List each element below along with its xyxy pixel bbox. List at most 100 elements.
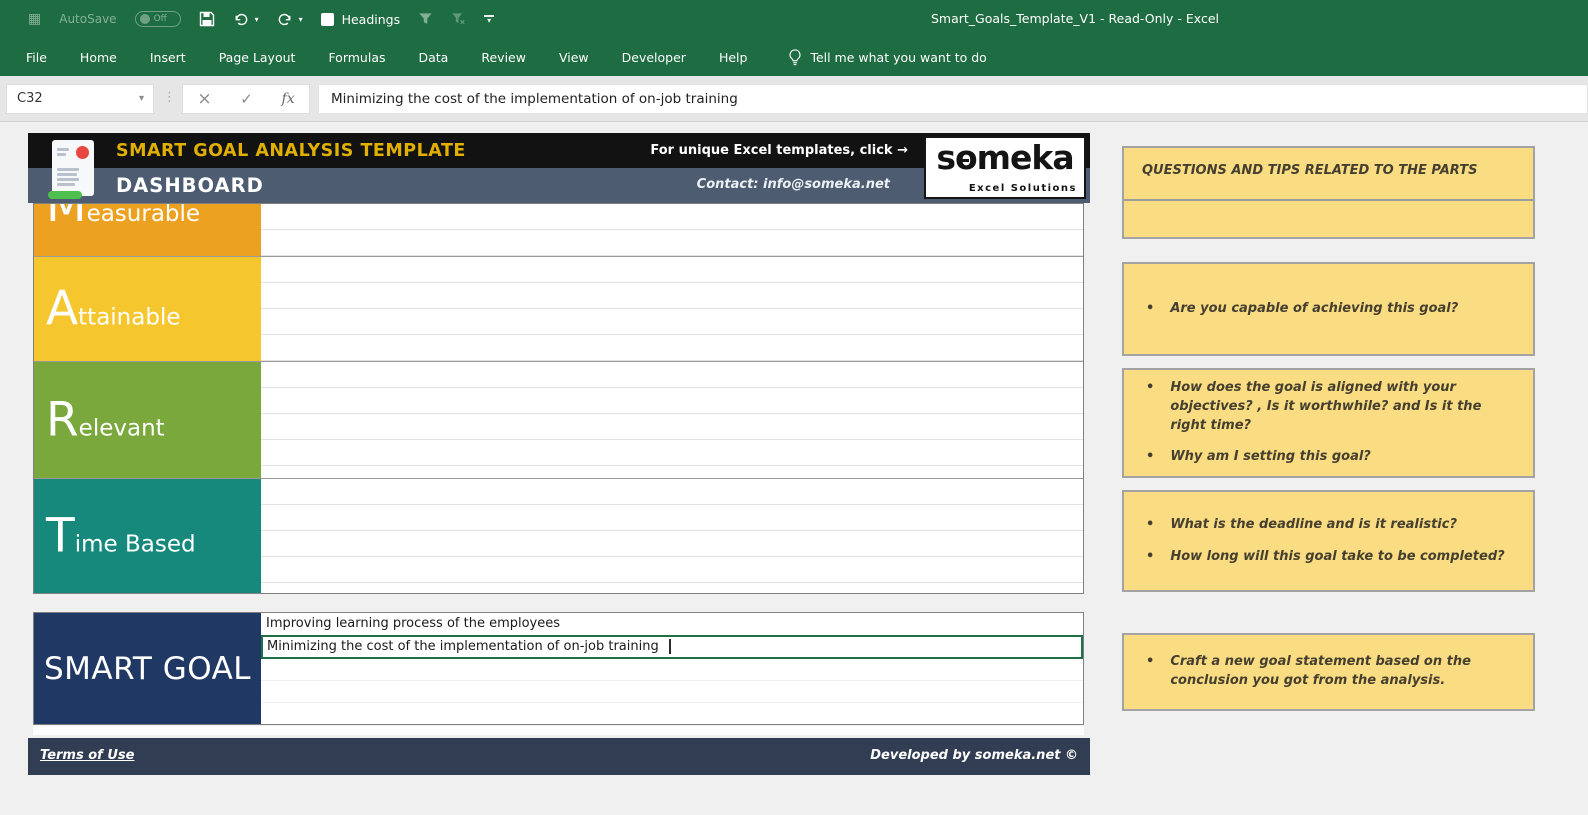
tip-text: What is the deadline and is it realistic…	[1170, 516, 1458, 532]
insert-function-icon[interactable]: fx	[282, 91, 295, 107]
attainable-label-cell: Attainable	[34, 257, 261, 361]
dashboard-document-icon	[44, 136, 102, 200]
tab-help[interactable]: Help	[719, 50, 748, 65]
bullet-icon: •	[1146, 516, 1155, 532]
name-box-value: C32	[17, 91, 43, 106]
tip-item: • Are you capable of achieving this goal…	[1146, 300, 1511, 319]
tips-header-text: QUESTIONS AND TIPS RELATED TO THE PARTS	[1124, 148, 1533, 201]
attainable-letter: A	[46, 281, 79, 337]
autosave-label: AutoSave	[59, 12, 117, 26]
tip-item: • Why am I setting this goal?	[1146, 448, 1511, 467]
smart-goal-entry-2-selected-cell[interactable]: Minimizing the cost of the implementatio…	[261, 635, 1083, 659]
promo-link[interactable]: For unique Excel templates, click →	[650, 133, 908, 168]
someka-logo[interactable]: someka Excel Solutions	[924, 136, 1086, 199]
spacer-row	[33, 726, 1084, 735]
relevant-input-cells[interactable]	[261, 362, 1083, 478]
tip-item: • What is the deadline and is it realist…	[1146, 516, 1511, 535]
mart-table: Measurable Attainable Relevant Time Base…	[33, 203, 1084, 594]
measurable-input-cells[interactable]	[261, 204, 1083, 256]
smart-goal-entry-1[interactable]: Improving learning process of the employ…	[261, 613, 1083, 635]
text-cursor	[668, 639, 671, 654]
bullet-icon: •	[1146, 300, 1155, 316]
tab-insert[interactable]: Insert	[150, 50, 186, 65]
headings-label: Headings	[341, 11, 401, 27]
tab-home[interactable]: Home	[80, 50, 117, 65]
tip-box-relevant: • How does the goal is aligned with your…	[1122, 368, 1535, 478]
relevant-rest: elevant	[78, 415, 165, 442]
cancel-icon[interactable]: ×	[197, 89, 211, 109]
dashboard-subtitle: DASHBOARD	[116, 174, 264, 197]
relevant-letter: R	[46, 392, 79, 448]
tip-box-smart-goal: • Craft a new goal statement based on th…	[1122, 633, 1535, 711]
row-time-based: Time Based	[34, 478, 1083, 593]
lightbulb-icon	[788, 48, 802, 66]
relevant-label-cell: Relevant	[34, 362, 261, 478]
filter-icon[interactable]	[418, 12, 433, 26]
undo-icon[interactable]	[233, 12, 249, 27]
smart-goal-empty-cells[interactable]	[261, 659, 1083, 724]
tab-file[interactable]: File	[26, 50, 47, 65]
row-measurable: Measurable	[34, 204, 1083, 256]
formula-bar-divider: ⋮	[163, 90, 176, 105]
tab-view[interactable]: View	[559, 50, 589, 65]
redo-dropdown-icon[interactable]: ▾	[299, 15, 303, 24]
attainable-input-cells[interactable]	[261, 257, 1083, 361]
tip-item: • How does the goal is aligned with your…	[1146, 379, 1511, 436]
excel-app-icon: ▦	[28, 11, 42, 27]
quick-access-toolbar: ▦ AutoSave Off ▾ ▾ Headings ▾	[0, 11, 495, 27]
smart-goal-entry-2-text: Minimizing the cost of the implementatio…	[267, 639, 659, 654]
tip-text: Are you capable of achieving this goal?	[1170, 300, 1459, 316]
time-based-letter: T	[46, 508, 75, 564]
undo-dropdown-icon[interactable]: ▾	[255, 15, 259, 24]
customize-toolbar-icon[interactable]: ▾	[484, 14, 495, 24]
time-based-input-cells[interactable]	[261, 479, 1083, 593]
measurable-label-cell: Measurable	[34, 204, 261, 256]
name-box-dropdown-icon[interactable]: ▾	[139, 85, 144, 113]
toggle-knob-icon	[139, 14, 150, 24]
tips-header-box: QUESTIONS AND TIPS RELATED TO THE PARTS	[1122, 146, 1535, 239]
tab-formulas[interactable]: Formulas	[328, 50, 385, 65]
bullet-icon: •	[1146, 654, 1155, 670]
clear-filter-icon[interactable]	[451, 12, 466, 26]
tab-page-layout[interactable]: Page Layout	[219, 50, 296, 65]
tell-me-label: Tell me what you want to do	[810, 49, 987, 65]
tip-text: How does the goal is aligned with your o…	[1170, 379, 1482, 433]
tip-item: • Craft a new goal statement based on th…	[1146, 653, 1511, 691]
ribbon-tab-bar: File Home Insert Page Layout Formulas Da…	[0, 38, 1588, 76]
terms-of-use-link[interactable]: Terms of Use	[40, 738, 134, 774]
excel-title-bar: ▦ AutoSave Off ▾ ▾ Headings ▾ Smart_Goal…	[0, 0, 1588, 38]
bullet-icon: •	[1146, 379, 1155, 395]
window-title: Smart_Goals_Template_V1 - Read-Only - Ex…	[930, 11, 1219, 26]
time-based-rest: ime Based	[74, 531, 196, 558]
enter-icon[interactable]: ✓	[240, 90, 253, 108]
tell-me-box[interactable]: Tell me what you want to do	[788, 48, 987, 66]
tip-box-time-based: • What is the deadline and is it realist…	[1122, 490, 1535, 592]
autosave-state: Off	[153, 14, 167, 24]
attainable-rest: ttainable	[78, 304, 181, 331]
contact-link[interactable]: Contact: info@someka.net	[697, 168, 890, 203]
save-icon[interactable]	[199, 11, 215, 27]
tip-text: Why am I setting this goal?	[1170, 449, 1371, 465]
tab-review[interactable]: Review	[481, 50, 526, 65]
name-box[interactable]: C32 ▾	[6, 84, 154, 114]
tip-text: How long will this goal take to be compl…	[1170, 548, 1505, 564]
smart-goal-label-cell: SMART GOAL	[34, 613, 261, 724]
tab-developer[interactable]: Developer	[622, 50, 686, 65]
row-relevant: Relevant	[34, 361, 1083, 478]
row-attainable: Attainable	[34, 256, 1083, 361]
dashboard-panel: SMART GOAL ANALYSIS TEMPLATE For unique …	[28, 133, 1090, 778]
headings-checkbox[interactable]	[320, 12, 334, 26]
smart-goal-table: SMART GOAL Improving learning process of…	[33, 612, 1084, 725]
someka-logo-text: someka	[936, 138, 1074, 177]
autosave-toggle[interactable]: Off	[134, 11, 181, 27]
formula-buttons: × ✓ fx	[182, 84, 310, 114]
formula-input[interactable]: Minimizing the cost of the implementatio…	[318, 84, 1588, 114]
redo-icon[interactable]	[277, 12, 293, 27]
tip-box-attainable: • Are you capable of achieving this goal…	[1122, 262, 1535, 356]
template-title: SMART GOAL ANALYSIS TEMPLATE	[116, 141, 466, 161]
tab-data[interactable]: Data	[419, 50, 449, 65]
developed-by-label: Developed by someka.net ©	[870, 748, 1078, 763]
bullet-icon: •	[1146, 449, 1155, 465]
tip-item: • How long will this goal take to be com…	[1146, 548, 1511, 567]
measurable-rest: easurable	[86, 204, 201, 227]
